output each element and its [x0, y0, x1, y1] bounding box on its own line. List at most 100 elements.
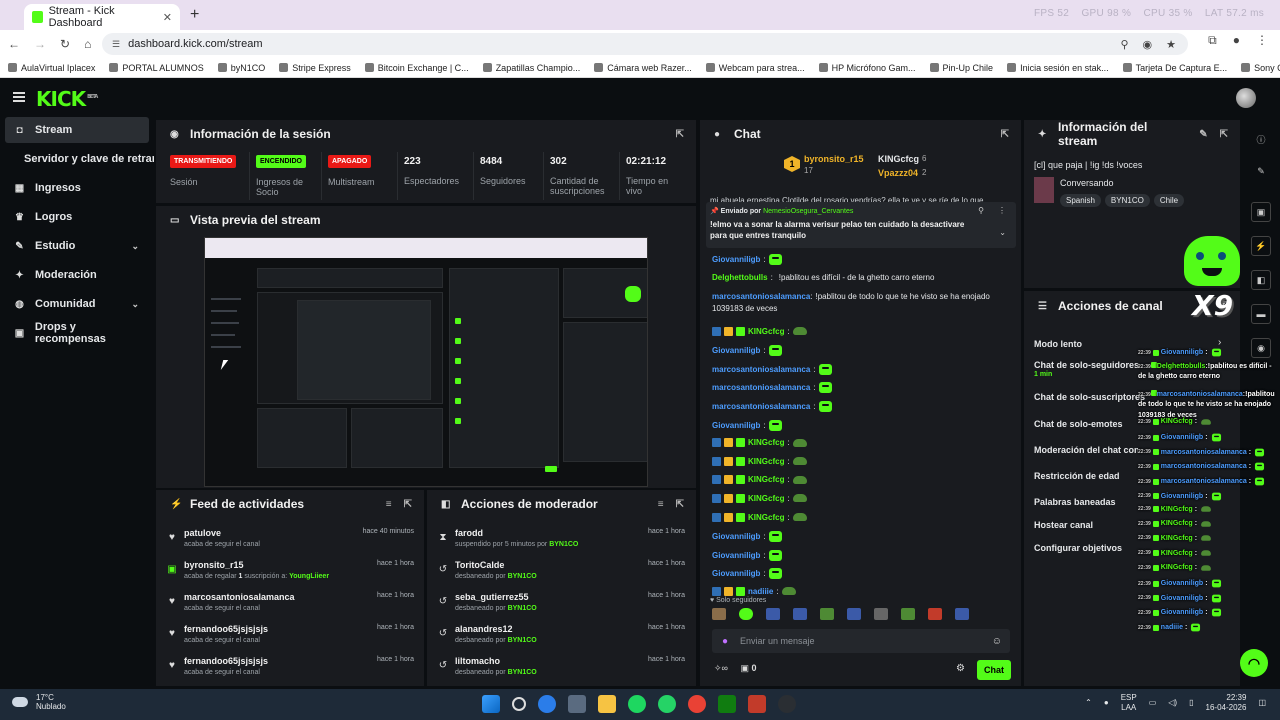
bookmark-item[interactable]: Sony Consola PlaySt...	[1241, 63, 1280, 73]
chat-username[interactable]: Delghettobulls	[712, 273, 768, 282]
chrome-icon[interactable]	[688, 695, 706, 713]
language-indicator[interactable]: ESP LAA	[1121, 693, 1137, 712]
emote-icon[interactable]	[818, 400, 832, 412]
chat-username[interactable]: marcosantoniosalamanca	[712, 292, 810, 301]
action-emotes-only[interactable]: Chat de solo-emotes	[1034, 419, 1123, 429]
emote-icon[interactable]	[768, 568, 782, 580]
emote-button[interactable]	[820, 608, 834, 620]
emoji-icon[interactable]: ☺	[992, 636, 1002, 647]
chat-bubble-icon[interactable]: ▬	[1251, 304, 1271, 324]
user-avatar[interactable]	[1236, 88, 1256, 108]
action-banned-words[interactable]: Palabras baneadas	[1034, 497, 1116, 507]
bookmark-item[interactable]: AulaVirtual Iplacex	[8, 63, 95, 73]
site-info-icon[interactable]: ☰	[112, 39, 120, 50]
shield-icon[interactable]: ◧	[1251, 270, 1271, 290]
support-headset-icon[interactable]: ◠	[1240, 649, 1268, 677]
app-icon[interactable]	[748, 695, 766, 713]
chat-username[interactable]: KINGcfcg	[748, 494, 784, 503]
emote-icon[interactable]	[768, 419, 782, 431]
mod-username[interactable]: liltomacho	[455, 656, 500, 666]
third-gifter-name[interactable]: Vpazzz04	[878, 168, 918, 178]
menu-icon[interactable]: ⋮	[1256, 33, 1268, 48]
emote-icon[interactable]	[768, 549, 782, 561]
sidebar-item-ingresos[interactable]: ▦ Ingresos	[5, 175, 149, 201]
chevron-up-icon[interactable]: ⌃	[1085, 698, 1092, 707]
feed-username[interactable]: marcosantoniosalamanca	[184, 592, 295, 602]
kick-logo[interactable]: KICK BETA	[36, 87, 98, 111]
mod-username[interactable]: seba_gutierrez55	[455, 592, 529, 602]
mod-username[interactable]: farodd	[455, 528, 483, 538]
chat-input[interactable]: ● Enviar un mensaje ☺	[712, 629, 1010, 653]
chevron-down-icon[interactable]: ⌄	[999, 228, 1006, 237]
chat-username[interactable]: Giovanniligb	[712, 346, 760, 355]
emote-button[interactable]	[955, 608, 969, 620]
obs-icon[interactable]	[778, 695, 796, 713]
chat-username[interactable]: nadiiie	[748, 587, 773, 596]
bookmark-item[interactable]: Stripe Express	[279, 63, 351, 73]
bookmark-item[interactable]: Inicia sesión en stak...	[1007, 63, 1109, 73]
pepe-emote-icon[interactable]	[792, 475, 807, 484]
new-tab-button[interactable]: +	[190, 6, 199, 24]
profile-icon[interactable]: ●	[1233, 33, 1240, 48]
emote-icon[interactable]	[768, 254, 782, 265]
emote-icon[interactable]	[818, 382, 832, 394]
chat-username[interactable]: Giovanniligb	[712, 421, 760, 430]
chat-username[interactable]: marcosantoniosalamanca	[712, 365, 810, 374]
emote-button[interactable]	[739, 608, 753, 620]
tag[interactable]: Spanish	[1060, 194, 1101, 207]
reload-icon[interactable]: ↻	[60, 37, 70, 51]
layout-icon[interactable]: ▣	[1251, 202, 1271, 222]
feed-username[interactable]: fernandoo65jsjsjsjs	[184, 624, 268, 634]
info-icon[interactable]: ⓘ	[1251, 129, 1271, 149]
notifications-icon[interactable]: ◫	[1258, 698, 1266, 707]
bookmark-item[interactable]: byN1CO	[217, 63, 265, 73]
action-followers-only[interactable]: Chat de solo-seguidores	[1034, 360, 1139, 370]
sidebar-item-logros[interactable]: ♛ Logros	[5, 204, 149, 230]
network-icon[interactable]: ▭	[1149, 698, 1157, 707]
chat-username[interactable]: marcosantoniosalamanca	[712, 402, 810, 411]
stream-preview-video[interactable]	[204, 237, 648, 487]
pepe-emote-icon[interactable]	[792, 327, 807, 336]
bookmark-item[interactable]: Zapatillas Champio...	[482, 63, 580, 73]
pepe-emote-icon[interactable]	[792, 494, 807, 503]
category-name[interactable]: Conversando	[1060, 178, 1114, 188]
extensions-icon[interactable]: ⧉	[1208, 33, 1217, 48]
action-slow-mode[interactable]: Modo lento	[1034, 339, 1082, 349]
sidebar-item-comunidad[interactable]: ◍ Comunidad ⌄	[5, 291, 149, 317]
edge-icon[interactable]	[538, 695, 556, 713]
weather-widget[interactable]: 17°C Nublado	[12, 693, 66, 711]
action-ai-moderation[interactable]: Moderación del chat con IA	[1034, 445, 1138, 455]
bookmark-item[interactable]: Cámara web Razer...	[594, 63, 692, 73]
mod-username[interactable]: alanandres12	[455, 624, 513, 634]
pepe-emote-icon[interactable]	[792, 438, 807, 447]
emote-button[interactable]	[712, 608, 726, 620]
bookmark-item[interactable]: Bitcoin Exchange | C...	[364, 63, 469, 73]
search-icon[interactable]	[512, 697, 526, 711]
bookmark-item[interactable]: HP Micrófono Gam...	[818, 63, 916, 73]
popout-icon[interactable]: ⇱	[676, 129, 684, 140]
windows-start-icon[interactable]	[482, 695, 500, 713]
address-bar[interactable]: ☰ dashboard.kick.com/stream ⚲ ◉ ★	[102, 33, 1188, 55]
pepe-emote-icon[interactable]	[792, 513, 807, 522]
chat-username[interactable]: Giovanniligb	[712, 532, 760, 541]
edit-icon[interactable]: ✎	[1199, 129, 1207, 140]
feed-username[interactable]: byronsito_r15	[184, 560, 244, 570]
emote-icon[interactable]	[768, 345, 782, 357]
sidebar-item-estudio[interactable]: ✎ Estudio ⌄	[5, 233, 149, 259]
chat-points[interactable]: ✧∞ ▣ 0	[714, 663, 756, 674]
sidebar-item-stream[interactable]: ◘ Stream	[5, 117, 149, 143]
hamburger-menu-icon[interactable]	[13, 92, 25, 102]
pin-icon[interactable]: ⚲	[978, 206, 984, 215]
tag[interactable]: BYN1CO	[1104, 194, 1150, 207]
filter-icon[interactable]: ≡	[658, 499, 664, 510]
forward-icon[interactable]: →	[34, 37, 46, 51]
pepe-emote-icon[interactable]	[781, 587, 796, 596]
bookmark-star-icon[interactable]: ★	[1166, 38, 1176, 51]
sidebar-item-drops[interactable]: ▣ Drops y recompensas	[5, 320, 149, 346]
emote-button[interactable]	[793, 608, 807, 620]
store-icon[interactable]	[568, 695, 586, 713]
chat-username[interactable]: Giovanniligb	[712, 569, 760, 578]
popout-icon[interactable]: ⇱	[676, 499, 684, 510]
file-explorer-icon[interactable]	[598, 695, 616, 713]
volume-icon[interactable]: ◁)	[1168, 698, 1177, 707]
